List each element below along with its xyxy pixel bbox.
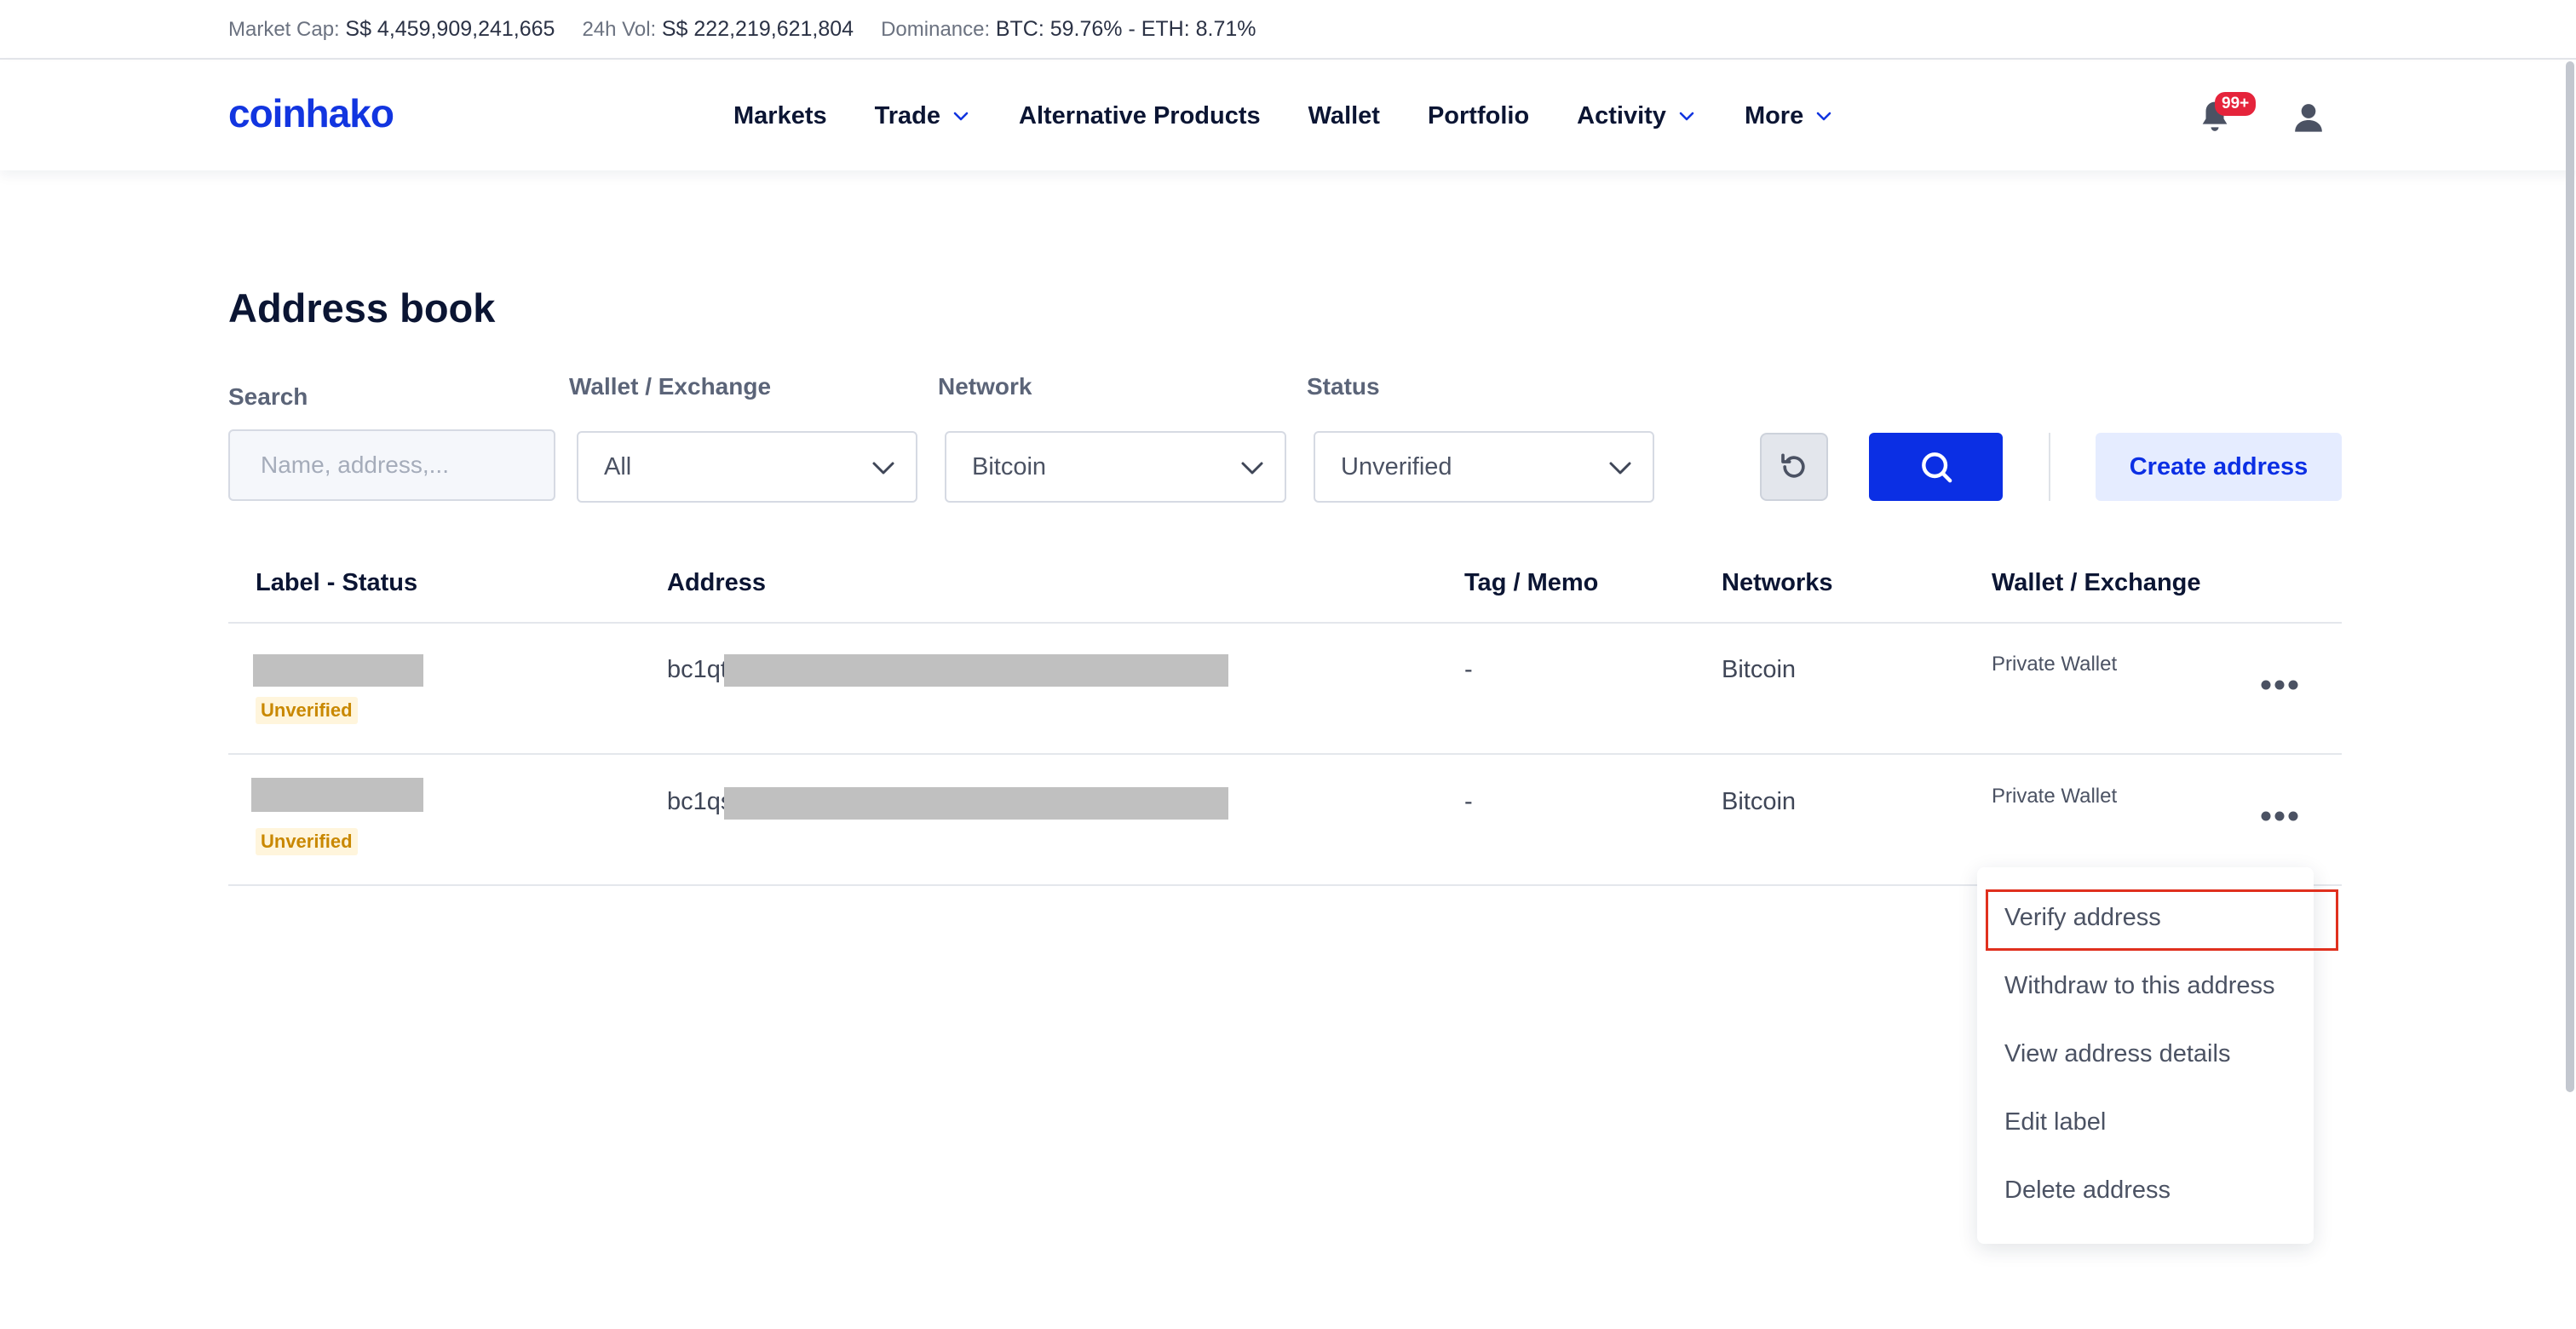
nav-portfolio[interactable]: Portfolio [1428, 102, 1529, 130]
dominance-label: Dominance: [881, 17, 991, 41]
menu-item-view-details[interactable]: View address details [2004, 1040, 2230, 1068]
address-prefix: bc1qs [667, 788, 733, 815]
wallet-exchange-label: Wallet / Exchange [569, 373, 772, 400]
highlight-box [1986, 889, 2338, 951]
row-divider [228, 753, 2342, 755]
address-redacted [724, 654, 1228, 687]
coinhako-logo[interactable]: coinhako [228, 90, 394, 136]
nav-trade-label: Trade [874, 101, 940, 129]
volume-value: S$ 222,219,621,804 [661, 16, 854, 41]
nav-activity-label: Activity [1577, 101, 1666, 129]
reset-filters-button[interactable] [1760, 433, 1828, 501]
column-header-address: Address [667, 569, 767, 596]
market-ticker: Market Cap: S$ 4,459,909,241,665 24h Vol… [0, 0, 2576, 60]
status-badge: Unverified [256, 828, 358, 855]
chevron-down-icon [1609, 462, 1631, 475]
create-address-button[interactable]: Create address [2096, 433, 2342, 501]
chevron-down-icon [1816, 112, 1831, 121]
network-select[interactable]: Bitcoin [945, 431, 1286, 503]
nav-more[interactable]: More [1745, 102, 1834, 130]
dominance-stat: Dominance: BTC: 59.76% - ETH: 8.71% [881, 17, 1256, 42]
menu-item-edit-label[interactable]: Edit label [2004, 1108, 2106, 1136]
nav-alternative-products[interactable]: Alternative Products [1019, 102, 1261, 130]
menu-item-withdraw[interactable]: Withdraw to this address [2004, 972, 2275, 1000]
more-options-icon[interactable] [2260, 678, 2299, 692]
more-options-icon[interactable] [2260, 809, 2299, 823]
network-label: Network [938, 373, 1032, 400]
tag-memo-value: - [1464, 788, 1473, 815]
search-label: Search [228, 383, 308, 410]
table-header-divider [228, 622, 2342, 624]
chevron-down-icon [872, 462, 894, 475]
nav-trade[interactable]: Trade [875, 102, 971, 130]
nav-wallet[interactable]: Wallet [1308, 102, 1380, 130]
user-icon[interactable] [2291, 101, 2326, 135]
dominance-value: BTC: 59.76% - ETH: 8.71% [995, 16, 1256, 41]
column-header-tag-memo: Tag / Memo [1464, 569, 1599, 596]
column-header-networks: Networks [1722, 569, 1833, 596]
status-label: Status [1307, 373, 1380, 400]
wallet-exchange-select[interactable]: All [577, 431, 917, 503]
tag-memo-value: - [1464, 656, 1473, 683]
nav-markets[interactable]: Markets [733, 102, 827, 130]
top-header: coinhako Markets Trade Alternative Produ… [0, 61, 2576, 170]
nav-activity[interactable]: Activity [1577, 102, 1697, 130]
refresh-icon [1781, 453, 1805, 478]
address-redacted [724, 787, 1228, 820]
search-button[interactable] [1869, 433, 2003, 501]
page-title: Address book [228, 285, 496, 331]
wallet-exchange-value: Private Wallet [1992, 653, 2118, 676]
chevron-down-icon [953, 112, 969, 121]
volume-stat: 24h Vol: S$ 222,219,621,804 [582, 17, 854, 42]
address-prefix: bc1qt [667, 656, 727, 683]
notification-badge: 99+ [2215, 92, 2257, 116]
status-value: Unverified [1341, 452, 1452, 480]
status-select[interactable]: Unverified [1314, 431, 1654, 503]
column-header-wallet-exchange: Wallet / Exchange [1992, 569, 2201, 596]
market-cap-stat: Market Cap: S$ 4,459,909,241,665 [228, 17, 555, 42]
nav-alternative-products-label: Alternative Products [1019, 101, 1261, 129]
network-value: Bitcoin [972, 452, 1047, 480]
wallet-exchange-value: All [604, 452, 632, 480]
chevron-down-icon [1679, 112, 1694, 121]
chevron-down-icon [1241, 462, 1263, 475]
main-nav: Markets Trade Alternative Products Walle… [733, 61, 1882, 170]
toolbar-divider [2049, 433, 2050, 501]
market-cap-label: Market Cap: [228, 17, 340, 41]
search-input[interactable] [228, 429, 555, 501]
nav-more-label: More [1744, 101, 1804, 129]
network-value: Bitcoin [1722, 656, 1797, 683]
page-scrollbar[interactable] [2566, 61, 2574, 1092]
market-cap-value: S$ 4,459,909,241,665 [345, 16, 555, 41]
label-redacted [251, 778, 423, 812]
wallet-exchange-value: Private Wallet [1992, 785, 2118, 808]
label-redacted [253, 654, 423, 687]
nav-wallet-label: Wallet [1308, 101, 1380, 129]
network-value: Bitcoin [1722, 788, 1797, 815]
status-badge: Unverified [256, 697, 358, 724]
volume-label: 24h Vol: [582, 17, 657, 41]
nav-portfolio-label: Portfolio [1427, 101, 1530, 129]
column-header-label-status: Label - Status [256, 569, 418, 596]
menu-item-delete-address[interactable]: Delete address [2004, 1177, 2171, 1205]
search-icon [1921, 452, 1952, 483]
nav-markets-label: Markets [733, 101, 827, 129]
